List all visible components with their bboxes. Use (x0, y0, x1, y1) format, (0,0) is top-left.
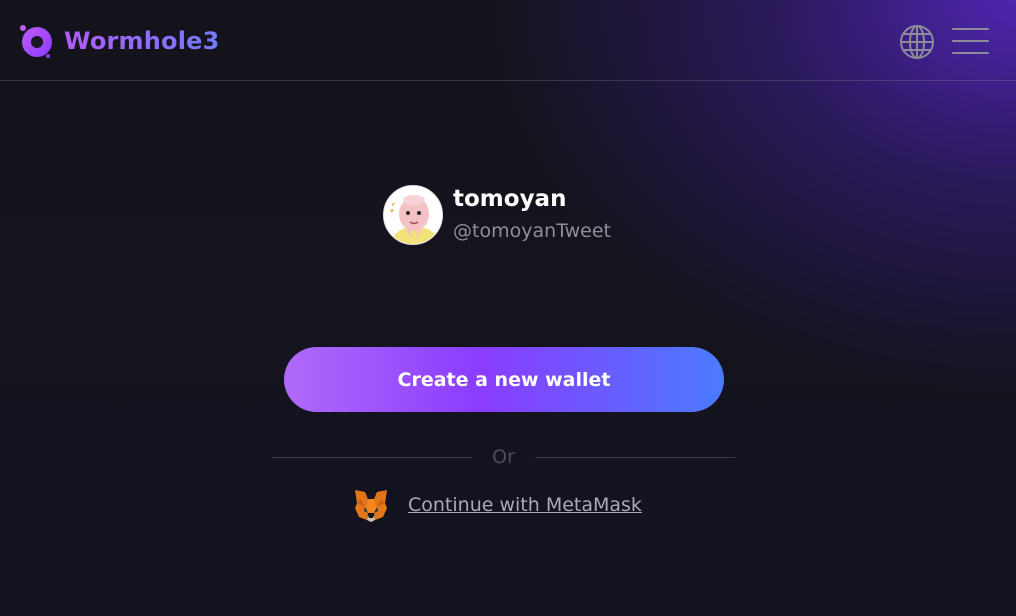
hamburger-menu-icon[interactable] (952, 26, 990, 56)
divider-or-label: Or (492, 446, 515, 468)
user-handle: @tomoyanTweet (453, 220, 611, 242)
divider-right (535, 457, 735, 458)
menu-bar (952, 52, 989, 54)
menu-bar (952, 40, 989, 42)
wormhole-logo-icon (18, 23, 54, 59)
menu-bar (952, 28, 989, 30)
divider-left (272, 457, 472, 458)
brand-name: Wormhole3 (64, 27, 220, 55)
metamask-login-link[interactable]: Continue with MetaMask (353, 486, 642, 524)
top-header: Wormhole3 (0, 0, 1016, 81)
metamask-fox-icon (353, 487, 389, 523)
avatar (383, 185, 443, 245)
metamask-link-label[interactable]: Continue with MetaMask (408, 494, 642, 516)
display-name: tomoyan (453, 186, 567, 212)
user-profile: tomoyan @tomoyanTweet (383, 184, 611, 246)
brand[interactable]: Wormhole3 (18, 22, 220, 60)
create-wallet-button[interactable]: Create a new wallet (284, 347, 724, 412)
globe-icon[interactable] (898, 23, 936, 61)
profile-text: tomoyan @tomoyanTweet (453, 185, 611, 245)
